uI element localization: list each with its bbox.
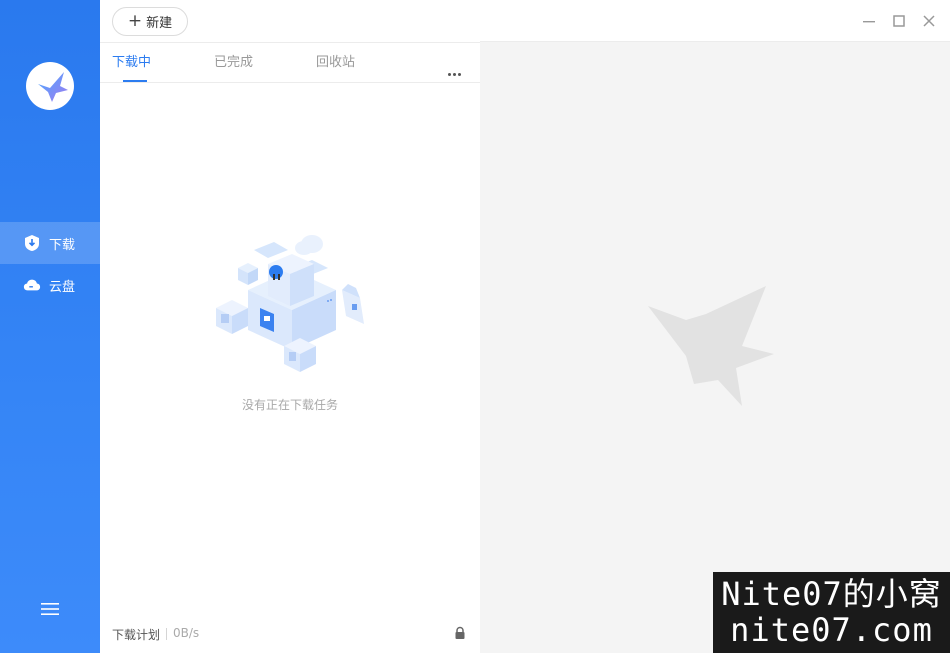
download-plan-button[interactable]: 下载计划	[112, 626, 160, 643]
new-task-label: 新建	[146, 16, 173, 31]
tab-completed[interactable]: 已完成	[214, 43, 253, 83]
task-tabs: 下载中 已完成 回收站	[100, 42, 480, 83]
maximize-icon[interactable]	[891, 13, 907, 29]
minimize-icon[interactable]	[861, 13, 877, 29]
download-shield-icon	[23, 234, 41, 252]
window-titlebar	[480, 0, 950, 42]
more-options-icon[interactable]	[448, 61, 464, 76]
plus-icon: +	[127, 11, 143, 31]
sidebar-item-cloud[interactable]: 云盘	[0, 264, 100, 306]
footer-divider	[166, 628, 167, 640]
sidebar: 下载 云盘	[0, 0, 100, 653]
task-panel: + 新建 下载中 已完成 回收站 没有正在下载任务 下载计划 0B/s	[100, 0, 480, 653]
site-watermark: Nite07的小窝 nite07.com	[713, 572, 950, 653]
bird-watermark-icon	[646, 284, 776, 406]
sidebar-item-label: 下载	[49, 237, 76, 253]
close-icon[interactable]	[921, 13, 937, 29]
detail-area	[480, 42, 950, 653]
hamburger-menu-icon[interactable]	[41, 601, 59, 617]
empty-state-message: 没有正在下载任务	[241, 398, 338, 412]
new-task-button[interactable]: + 新建	[112, 7, 188, 36]
lock-icon[interactable]	[453, 626, 467, 640]
cloud-drive-icon	[23, 276, 41, 294]
watermark-line2: nite07.com	[730, 611, 933, 649]
active-tab-indicator	[123, 80, 147, 82]
empty-box-illustration	[214, 228, 370, 376]
download-speed: 0B/s	[173, 626, 200, 640]
tab-recycle-bin[interactable]: 回收站	[316, 43, 355, 83]
app-logo	[26, 62, 74, 110]
sidebar-item-download[interactable]: 下载	[0, 222, 100, 264]
tab-downloading[interactable]: 下载中	[112, 43, 151, 83]
watermark-line1: Nite07的小窝	[721, 575, 942, 613]
panel-footer: 下载计划 0B/s	[100, 620, 480, 648]
sidebar-item-label: 云盘	[49, 279, 76, 295]
